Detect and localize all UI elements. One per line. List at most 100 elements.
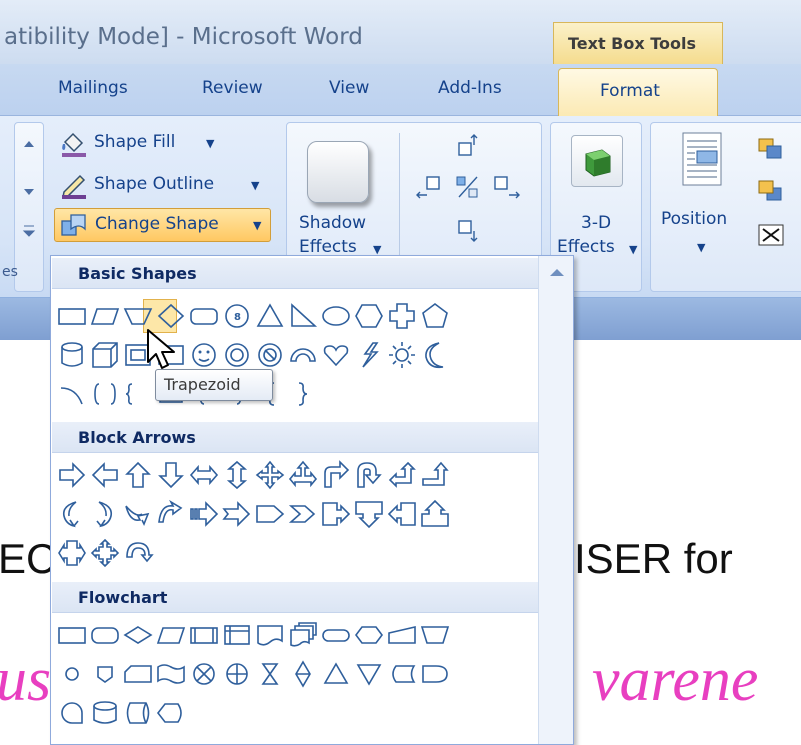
up-arrow-icon[interactable]: [122, 459, 154, 491]
flowchart-magnetic-disk-icon[interactable]: [89, 697, 121, 729]
striped-right-arrow-icon[interactable]: [188, 498, 220, 530]
oval-icon[interactable]: [320, 300, 352, 332]
octagon-label-icon[interactable]: 8: [221, 300, 253, 332]
flowchart-alternate-process-icon[interactable]: [89, 619, 121, 651]
parallelogram-icon[interactable]: [89, 300, 121, 332]
left-right-arrow-icon[interactable]: [188, 459, 220, 491]
can-icon[interactable]: [56, 339, 88, 371]
triangle-icon[interactable]: [254, 300, 286, 332]
shadow-toggle-icon[interactable]: [453, 173, 483, 201]
quad-arrow-icon[interactable]: [254, 459, 286, 491]
left-right-arrow-callout-icon[interactable]: [56, 537, 88, 569]
flowchart-data-icon[interactable]: [155, 619, 187, 651]
left-arrow-callout-icon[interactable]: [386, 498, 418, 530]
flowchart-punched-tape-icon[interactable]: [155, 658, 187, 690]
nudge-down-icon[interactable]: [455, 217, 481, 245]
flowchart-off-page-connector-icon[interactable]: [89, 658, 121, 690]
bent-up-arrow-icon[interactable]: [419, 459, 451, 491]
double-bracket-icon[interactable]: [89, 378, 121, 410]
curved-right-arrow-icon[interactable]: [56, 498, 88, 530]
right-arrow-icon[interactable]: [56, 459, 88, 491]
scroll-down-icon[interactable]: [21, 185, 37, 199]
right-arrow-callout-icon[interactable]: [320, 498, 352, 530]
u-turn-arrow-icon[interactable]: [353, 459, 385, 491]
smiley-face-icon[interactable]: [188, 339, 220, 371]
tab-format[interactable]: Format: [558, 68, 718, 117]
more-icon[interactable]: [21, 223, 37, 239]
arc-icon[interactable]: [56, 378, 88, 410]
flowchart-manual-input-icon[interactable]: [386, 619, 418, 651]
left-up-arrow-icon[interactable]: [386, 459, 418, 491]
sun-icon[interactable]: [386, 339, 418, 371]
flowchart-sort-icon[interactable]: [287, 658, 319, 690]
flowchart-sequential-access-storage-icon[interactable]: [56, 697, 88, 729]
tab-review[interactable]: Review: [202, 78, 263, 98]
right-brace-icon[interactable]: [287, 378, 319, 410]
block-arc-icon[interactable]: [287, 339, 319, 371]
flowchart-connector-icon[interactable]: [56, 658, 88, 690]
flowchart-collate-icon[interactable]: [254, 658, 286, 690]
rounded-rectangle-icon[interactable]: [188, 300, 220, 332]
position-button[interactable]: Position ▼: [655, 129, 749, 279]
change-shape-button[interactable]: Change Shape ▼: [54, 208, 271, 242]
right-triangle-icon[interactable]: [287, 300, 319, 332]
circular-arrow-icon[interactable]: [122, 537, 154, 569]
hexagon-icon[interactable]: [353, 300, 385, 332]
pentagon-icon[interactable]: [419, 300, 451, 332]
flowchart-decision-icon[interactable]: [122, 619, 154, 651]
tab-add-ins[interactable]: Add-Ins: [438, 78, 502, 98]
bring-to-front-icon[interactable]: [757, 137, 787, 163]
moon-icon[interactable]: [419, 339, 451, 371]
flowchart-document-icon[interactable]: [254, 619, 286, 651]
nudge-left-icon[interactable]: [415, 173, 447, 201]
send-to-back-icon[interactable]: [757, 179, 787, 205]
rectangle-icon[interactable]: [56, 300, 88, 332]
curved-down-arrow-icon[interactable]: [155, 498, 187, 530]
left-right-up-arrow-icon[interactable]: [287, 459, 319, 491]
left-arrow-icon[interactable]: [89, 459, 121, 491]
flowchart-delay-icon[interactable]: [419, 658, 451, 690]
flowchart-stored-data-icon[interactable]: [386, 658, 418, 690]
cross-icon[interactable]: [386, 300, 418, 332]
tab-mailings[interactable]: Mailings: [58, 78, 128, 98]
flowchart-preparation-icon[interactable]: [353, 619, 385, 651]
down-arrow-callout-icon[interactable]: [353, 498, 385, 530]
flowchart-extract-icon[interactable]: [320, 658, 352, 690]
shape-outline-button[interactable]: Shape Outline ▼: [56, 170, 271, 202]
curved-left-arrow-icon[interactable]: [89, 498, 121, 530]
flowchart-predefined-process-icon[interactable]: [188, 619, 220, 651]
flowchart-display-icon[interactable]: [155, 697, 187, 729]
tab-view[interactable]: View: [329, 78, 369, 98]
donut-icon[interactable]: [221, 339, 253, 371]
scroll-up-arrow-icon[interactable]: [539, 260, 574, 286]
pentagon-arrow-icon[interactable]: [254, 498, 286, 530]
flowchart-process-icon[interactable]: [56, 619, 88, 651]
flowchart-or-icon[interactable]: [221, 658, 253, 690]
nudge-up-icon[interactable]: [455, 133, 481, 161]
chevron-icon[interactable]: [287, 498, 319, 530]
no-symbol-icon[interactable]: [254, 339, 286, 371]
scroll-up-icon[interactable]: [21, 137, 37, 151]
gallery-scrollbar[interactable]: [538, 256, 574, 744]
flowchart-manual-operation-icon[interactable]: [419, 619, 451, 651]
flowchart-multidocument-icon[interactable]: [287, 619, 319, 651]
notched-right-arrow-icon[interactable]: [221, 498, 253, 530]
flowchart-card-icon[interactable]: [122, 658, 154, 690]
flowchart-merge-icon[interactable]: [353, 658, 385, 690]
flowchart-terminator-icon[interactable]: [320, 619, 352, 651]
text-wrapping-icon[interactable]: [757, 223, 787, 249]
heart-icon[interactable]: [320, 339, 352, 371]
nudge-right-icon[interactable]: [491, 173, 523, 201]
bent-arrow-icon[interactable]: [320, 459, 352, 491]
flowchart-summing-junction-icon[interactable]: [188, 658, 220, 690]
shape-fill-button[interactable]: Shape Fill ▼: [56, 128, 226, 160]
lightning-bolt-icon[interactable]: [353, 339, 385, 371]
flowchart-internal-storage-icon[interactable]: [221, 619, 253, 651]
curved-up-arrow-icon[interactable]: [122, 498, 154, 530]
quad-arrow-callout-icon[interactable]: [89, 537, 121, 569]
flowchart-direct-access-storage-icon[interactable]: [122, 697, 154, 729]
cube-icon[interactable]: [89, 339, 121, 371]
up-down-arrow-icon[interactable]: [221, 459, 253, 491]
up-arrow-callout-icon[interactable]: [419, 498, 451, 530]
double-brace-icon[interactable]: [122, 378, 154, 410]
